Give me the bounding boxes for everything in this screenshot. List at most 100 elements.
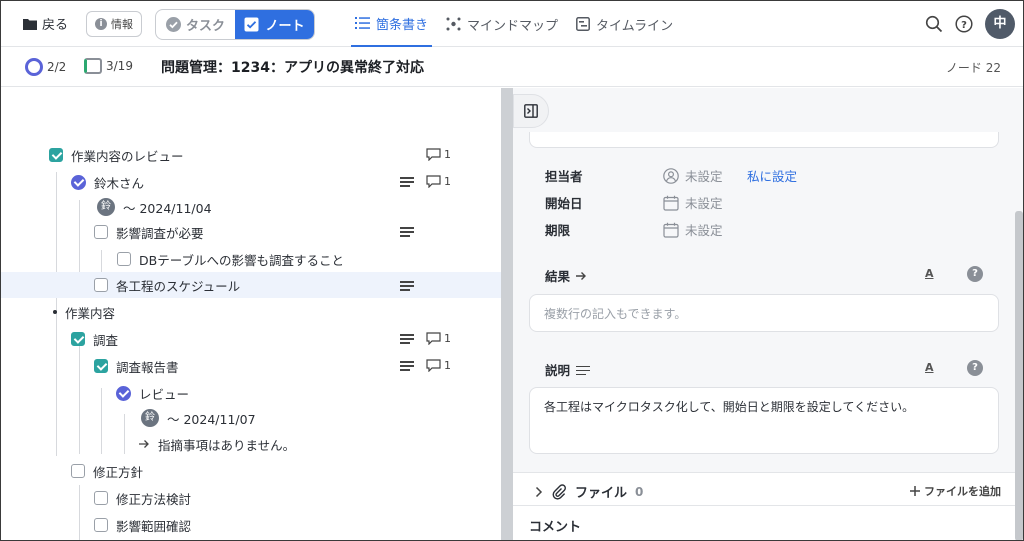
list-item-text: 調査報告書 [116,359,179,375]
due-date-value[interactable]: 未設定 [663,220,723,239]
comment-count-value: 1 [444,332,451,345]
text-format-icon[interactable]: A [925,267,934,280]
file-section-toggle[interactable]: ファイル 0 [535,482,643,501]
due-date: ～ 2024/11/07 [167,411,256,427]
list-item-text: 作業内容 [65,305,116,321]
start-date-text: 未設定 [685,196,723,211]
comment-count[interactable]: 1 [426,359,451,372]
circle-check-icon[interactable] [116,385,131,401]
list-icon [355,17,370,29]
comment-count[interactable]: 1 [426,175,451,188]
progress-ring-icon [25,58,43,76]
top-bar: 戻る i 情報 タスク ノート 箇条書き マインドマップ タイムライン ? 中 [1,1,1023,47]
comment-icon [426,148,441,161]
tab-note[interactable]: ノート [235,10,314,39]
back-button[interactable]: 戻る [23,14,68,33]
pane-splitter[interactable] [501,88,513,540]
help-icon[interactable]: ? [967,266,983,282]
list-item[interactable]: 影響範囲確認 [1,512,501,538]
tab-bullet-list-label: 箇条書き [376,17,429,33]
list-item[interactable]: レビュー [1,380,501,406]
checkbox-progress: 3/19 [84,58,133,74]
paperclip-icon [552,483,566,500]
arrow-right-icon [139,440,149,448]
text-format-icon[interactable]: A [925,361,934,374]
list-item: 鈴 ～ 2024/11/07 [1,405,501,431]
tab-mindmap[interactable]: マインドマップ [442,1,562,47]
list-item[interactable]: DBテーブルへの影響も調査すること [1,246,501,272]
checkbox-checked[interactable] [49,148,63,162]
start-date-value[interactable]: 未設定 [663,193,723,212]
description-label: 説明 [545,363,571,378]
checkbox-checked[interactable] [71,332,85,346]
circle-check-icon[interactable] [71,174,86,190]
bullet-icon [53,310,57,314]
list-item[interactable]: 各工程のスケジュール [1,272,501,298]
add-file-button[interactable]: ファイルを追加 [910,483,1001,499]
tab-bullet-list[interactable]: 箇条書き [351,1,433,47]
help-icon[interactable]: ? [967,360,983,376]
comment-count-value: 1 [444,359,451,372]
checkbox[interactable] [94,278,108,292]
tab-task-label: タスク [185,19,225,34]
page-title: 問題管理：1234：アプリの異常終了対応 [161,60,424,76]
assign-me-link[interactable]: 私に設定 [747,166,797,185]
checkbox[interactable] [94,491,108,505]
checkbox[interactable] [94,225,108,239]
assignee-avatar: 鈴 [141,409,159,427]
checkbox-checked[interactable] [94,359,108,373]
tab-timeline[interactable]: タイムライン [572,1,677,47]
search-icon[interactable] [925,15,943,33]
list-item-text: 鈴木さん [94,175,145,191]
list-item[interactable]: 指摘事項はありません。 [1,431,501,457]
comment-count[interactable]: 1 [426,148,451,161]
mode-toggle: タスク ノート [155,9,315,40]
checkbox[interactable] [94,518,108,532]
description-section-title: 説明 [545,360,591,379]
result-input[interactable]: 複数行の記入もできます。 [529,294,999,332]
tab-timeline-label: タイムライン [596,18,674,34]
file-count: 0 [635,484,644,499]
checkbox[interactable] [117,252,131,266]
detail-scrollbar[interactable] [1015,211,1023,540]
list-item[interactable]: 作業内容 [1,299,501,325]
file-section: ファイル 0 ファイルを追加 [513,472,1023,506]
app-window: 戻る i 情報 タスク ノート 箇条書き マインドマップ タイムライン ? 中 … [0,0,1024,541]
assignee-avatar: 鈴 [97,198,115,216]
help-icon[interactable]: ? [955,15,973,33]
memo-icon[interactable] [400,227,414,237]
back-label: 戻る [42,18,69,33]
user-avatar[interactable]: 中 [985,9,1015,39]
memo-icon[interactable] [400,281,414,291]
list-item[interactable]: 影響調査が必要 [1,219,501,245]
calendar-icon [663,195,679,211]
comment-count[interactable]: 1 [426,332,451,345]
result-section-title[interactable]: 結果 [545,266,587,285]
memo-icon [576,365,591,376]
panel-collapse-icon [524,104,538,118]
folder-icon [23,18,37,30]
memo-icon[interactable] [400,177,414,187]
checkbox-progress-value: 3/19 [106,59,133,73]
list-item: 鈴 ～ 2024/11/04 [1,194,501,220]
memo-icon[interactable] [400,361,414,371]
list-item-text: 指摘事項はありません。 [158,437,296,453]
list-item-text: 調査 [93,332,119,348]
list-item[interactable]: 修正方法検討 [1,485,501,511]
tab-task[interactable]: タスク [156,10,235,39]
svg-text:?: ? [961,20,967,31]
assignee-value[interactable]: 未設定 [663,166,723,185]
memo-icon[interactable] [400,334,414,344]
collapse-panel-button[interactable] [513,94,549,128]
comment-count-value: 1 [444,148,451,161]
chevron-right-icon [535,486,543,497]
assignee-value-text: 未設定 [685,169,723,184]
checkbox[interactable] [71,464,85,478]
comment-icon [426,359,441,372]
view-tabs: 箇条書き マインドマップ タイムライン [351,1,687,47]
comment-label: コメント [529,520,582,535]
list-item[interactable]: 修正方針 [1,458,501,484]
list-item-text: 各工程のスケジュール [116,278,241,294]
description-input[interactable]: 各工程はマイクロタスク化して、開始日と期限を設定してください。 [529,387,999,454]
info-button[interactable]: i 情報 [86,11,142,37]
